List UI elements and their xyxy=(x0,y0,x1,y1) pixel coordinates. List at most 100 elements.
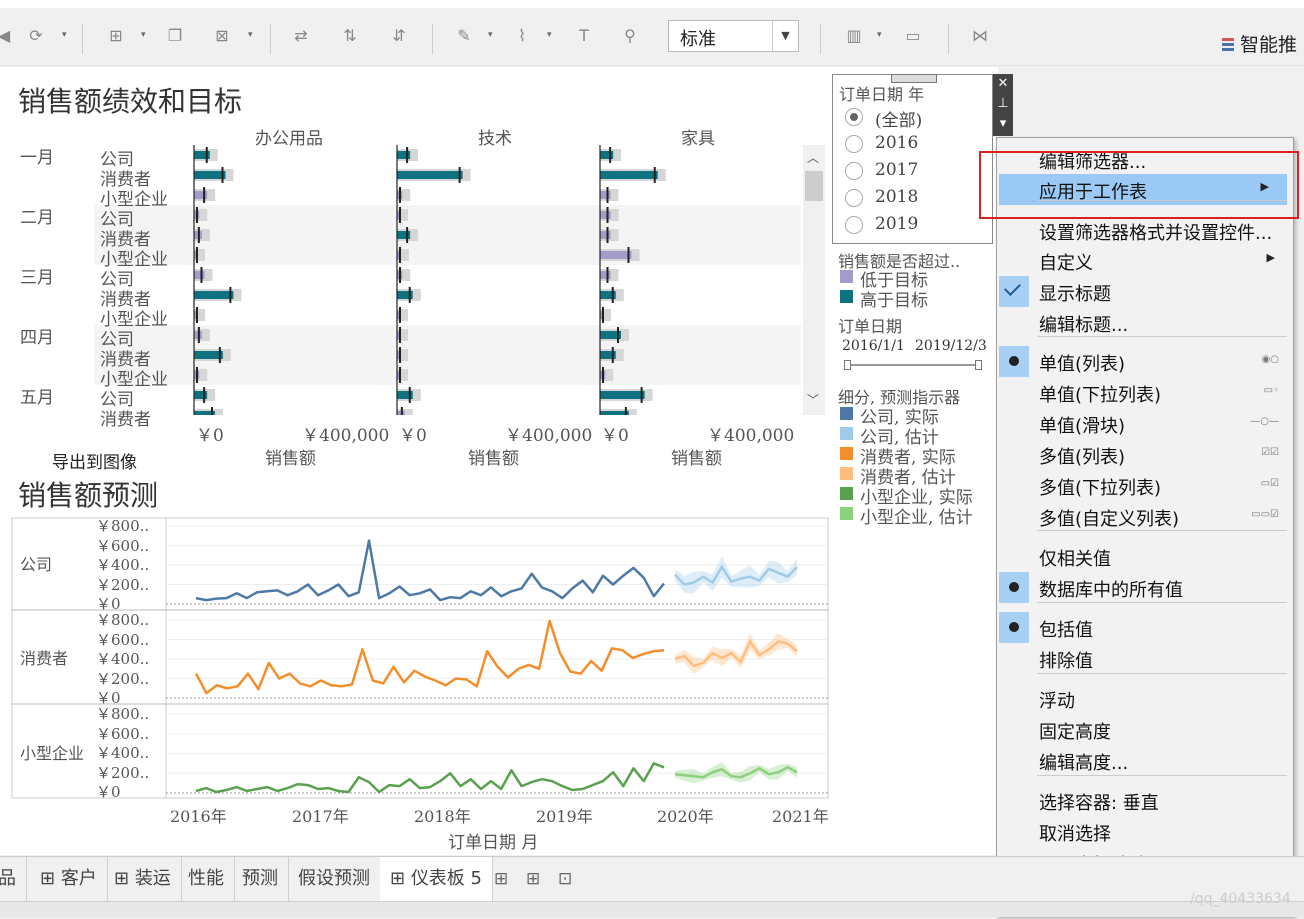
sheet-tab[interactable]: 品 xyxy=(0,857,27,901)
dashboard-tab-icon: ⊞ xyxy=(40,868,61,889)
legend-swatch xyxy=(840,507,853,520)
menu-item-label: 浮动 xyxy=(1039,691,1075,712)
control-type-icon: ◉○ xyxy=(1261,354,1279,365)
menu-item[interactable]: 编辑标题... xyxy=(997,307,1293,338)
sheet-tab[interactable]: ⊞ 客户 xyxy=(30,857,108,901)
filter-option-label[interactable]: 2016 xyxy=(875,133,918,153)
menu-item[interactable]: 选择容器: 垂直 xyxy=(997,785,1293,816)
menu-item[interactable]: 浮动 xyxy=(997,683,1293,714)
sheet-tab-bar: 品 ⊞ 客户 ⊞ 装运 性能 预测 假设预测 ⊞ 仪表板 5 ⊞ ⊞ ⊡ xyxy=(0,856,1304,901)
filter-option-label[interactable]: (全部) xyxy=(875,106,922,131)
menu-item[interactable]: 多值(列表) ☑☑ xyxy=(997,439,1293,470)
menu-item[interactable]: 单值(滑块) —○— xyxy=(997,408,1293,439)
new-story-tab-icon[interactable]: ⊡ xyxy=(548,857,582,901)
smart-recommend-button[interactable]: 智能推 xyxy=(1222,30,1297,57)
menu-item[interactable]: 单值(下拉列表) ▭◦ xyxy=(997,377,1293,408)
sheet-tab[interactable]: 预测 xyxy=(232,857,289,901)
sheet-tab-label: 预测 xyxy=(242,868,278,889)
month-label: 一月 xyxy=(20,148,54,168)
new-dashboard-tab-icon[interactable]: ⊞ xyxy=(516,857,550,901)
forecast-y-tick: ￥600.. xyxy=(96,724,150,743)
forecast-y-tick: ￥800.. xyxy=(96,705,150,723)
new-worksheet-tab-icon[interactable]: ⊞ xyxy=(484,857,518,901)
selected-dot-icon xyxy=(999,572,1029,603)
selected-dot-icon xyxy=(999,346,1029,377)
forecast-y-tick: ￥600.. xyxy=(96,536,150,555)
year-filter-card[interactable]: 订单日期 年 (全部) 2016 2017 2018 2019 xyxy=(832,74,993,244)
menu-item[interactable]: 多值(下拉列表) ▭☑ xyxy=(997,470,1293,501)
date-range-slider[interactable] xyxy=(844,360,982,370)
slider-end-handle[interactable] xyxy=(975,360,982,370)
sheet-tab-label: 装运 xyxy=(134,868,171,889)
menu-item[interactable]: 编辑高度... xyxy=(997,745,1293,776)
radio-button[interactable] xyxy=(845,162,863,180)
filter-option-label[interactable]: 2019 xyxy=(875,214,918,234)
forecast-y-tick: ￥200.. xyxy=(96,763,150,782)
control-type-icon: —○— xyxy=(1250,416,1279,427)
sheet-tab-label: 客户 xyxy=(60,868,97,889)
radio-button[interactable] xyxy=(845,216,863,234)
radio-button[interactable] xyxy=(845,108,863,126)
sheet-tab-label: 仪表板 5 xyxy=(410,868,482,889)
more-options-icon[interactable]: ▾ xyxy=(993,114,1013,134)
legend-swatch xyxy=(840,447,853,460)
menu-item-label: 固定高度 xyxy=(1039,722,1111,743)
menu-item-label: 多值(列表) xyxy=(1039,447,1126,468)
menu-item[interactable]: 自定义 ▶ xyxy=(997,245,1293,276)
forecast-y-tick: ￥200.. xyxy=(96,575,150,594)
close-icon[interactable]: ✕ xyxy=(993,74,1013,94)
menu-separator xyxy=(1037,602,1287,603)
menu-item[interactable]: 包括值 xyxy=(997,612,1293,643)
menu-item-label: 单值(下拉列表) xyxy=(1039,385,1162,406)
radio-button[interactable] xyxy=(845,189,863,207)
actual-series-line xyxy=(195,539,665,602)
menu-item[interactable]: 显示标题 xyxy=(997,276,1293,307)
month-label: 三月 xyxy=(20,268,54,288)
watermark: /qq_40433634 xyxy=(1190,891,1291,907)
legend-label: 小型企业, 估计 xyxy=(860,508,973,528)
menu-item-label: 取消选择 xyxy=(1039,824,1111,845)
forecast-y-tick: ￥0 xyxy=(96,783,121,801)
month-label: 五月 xyxy=(20,388,54,408)
menu-item-label: 编辑高度... xyxy=(1039,753,1129,774)
sheet-tab[interactable]: ⊞ 仪表板 5 xyxy=(380,857,493,901)
filter-option-label[interactable]: 2017 xyxy=(875,160,918,180)
menu-item[interactable]: 固定高度 xyxy=(997,714,1293,745)
forecast-row-label: 消费者 xyxy=(20,649,69,668)
estimate-band xyxy=(675,556,797,594)
sheet-tab[interactable]: 性能 xyxy=(178,857,235,901)
sheet-tab-label: 假设预测 xyxy=(298,868,370,889)
menu-item[interactable]: 排除值 xyxy=(997,643,1293,674)
menu-item-label: 单值(滑块) xyxy=(1039,416,1126,437)
menu-item[interactable]: 设置筛选器格式并设置控件... xyxy=(997,215,1293,246)
sheet-tab[interactable]: ⊞ 装运 xyxy=(104,857,182,901)
sheet-tab[interactable]: 假设预测 xyxy=(288,857,381,901)
forecast-x-tick: 2017年 xyxy=(292,807,349,826)
submenu-arrow-icon: ▶ xyxy=(1266,251,1275,264)
forecast-x-tick: 2020年 xyxy=(657,807,714,826)
radio-button[interactable] xyxy=(845,135,863,153)
dashboard-tab-icon: ⊞ xyxy=(114,868,135,889)
forecast-y-tick: ￥400.. xyxy=(96,650,150,668)
legend-label: 高于目标 xyxy=(860,291,928,311)
actual-series-line xyxy=(194,619,665,695)
slider-start-handle[interactable] xyxy=(844,360,851,370)
menu-item[interactable]: 取消选择 xyxy=(997,816,1293,847)
menu-item[interactable]: 多值(自定义列表) ▭▭☑ xyxy=(997,501,1293,532)
menu-item-label: 单值(列表) xyxy=(1039,354,1126,375)
checkmark-icon xyxy=(999,276,1029,307)
filter-option-label[interactable]: 2018 xyxy=(875,187,918,207)
menu-item[interactable]: 单值(列表) ◉○ xyxy=(997,346,1293,377)
menu-item-label: 多值(自定义列表) xyxy=(1039,509,1180,530)
menu-item[interactable]: 数据库中的所有值 xyxy=(997,572,1293,603)
menu-item-label: 设置筛选器格式并设置控件... xyxy=(1039,223,1273,244)
forecast-y-tick: ￥400.. xyxy=(96,556,150,574)
pin-icon[interactable]: ⊥ xyxy=(993,94,1013,114)
legend-swatch xyxy=(840,467,853,480)
forecast-y-tick: ￥600.. xyxy=(96,630,150,649)
forecast-x-tick: 2016年 xyxy=(170,807,227,826)
menu-item[interactable]: 仅相关值 xyxy=(997,541,1293,572)
actual-series-line xyxy=(195,762,665,794)
filter-context-menu: 编辑筛选器... 应用于工作表 ▶ 设置筛选器格式并设置控件... 自定义 ▶ 显示标题 编辑… xyxy=(996,137,1294,917)
forecast-y-tick: ￥800.. xyxy=(96,611,150,629)
